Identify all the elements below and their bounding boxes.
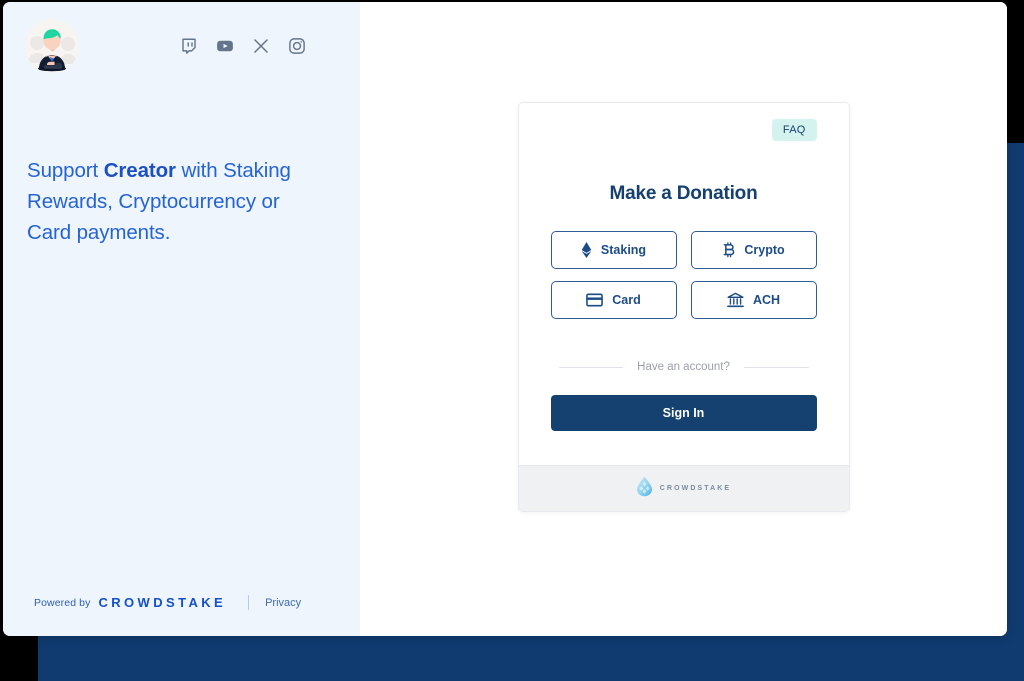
have-account-divider: Have an account?: [551, 361, 817, 373]
powered-by-label: Powered by: [34, 596, 91, 609]
divider-line-right: [743, 366, 809, 368]
headline-before: Support: [27, 159, 104, 182]
crowdstake-droplet-icon: [636, 476, 653, 502]
headline-creator: Creator: [103, 159, 176, 182]
have-account-label: Have an account?: [637, 361, 730, 373]
sign-in-button[interactable]: Sign In: [550, 395, 817, 431]
right-panel: FAQ Make a Donation Staking Crypto Card …: [360, 2, 1007, 636]
staking-method-button[interactable]: Staking: [550, 231, 677, 269]
faq-row: FAQ: [551, 119, 817, 141]
screen-root: Support Creator with Staking Rewards, Cr…: [0, 0, 1024, 681]
staking-method-label: Staking: [600, 243, 647, 257]
youtube-icon[interactable]: [216, 37, 234, 55]
left-panel-header: [3, 2, 360, 73]
creator-avatar: [25, 19, 79, 73]
bitcoin-icon: [722, 242, 735, 258]
donation-card-body: FAQ Make a Donation Staking Crypto Card …: [519, 103, 849, 465]
card-method-button[interactable]: Card: [550, 281, 677, 319]
x-icon[interactable]: [252, 37, 270, 55]
footer-divider: [248, 595, 250, 610]
ach-method-button[interactable]: ACH: [690, 281, 817, 319]
donation-card-footer: CROWDSTAKE: [518, 465, 849, 511]
credit-card-icon: [586, 293, 604, 307]
crowdstake-footer-wordmark: CROWDSTAKE: [659, 485, 732, 492]
ach-method-label: ACH: [752, 293, 781, 307]
privacy-link[interactable]: Privacy: [265, 597, 301, 609]
faq-button[interactable]: FAQ: [771, 119, 817, 141]
payment-method-grid: Staking Crypto Card ACH: [550, 231, 817, 319]
page-headline: Support Creator with Staking Rewards, Cr…: [27, 156, 320, 248]
divider-line-left: [558, 366, 624, 368]
crypto-method-label: Crypto: [744, 243, 785, 257]
crypto-method-button[interactable]: Crypto: [690, 231, 817, 269]
bank-icon: [727, 292, 744, 308]
card-method-label: Card: [612, 293, 641, 307]
instagram-icon[interactable]: [288, 37, 306, 55]
ethereum-icon: [581, 242, 592, 258]
twitch-icon[interactable]: [180, 37, 198, 55]
left-panel-footer: Powered by CROWDSTAKE Privacy: [34, 595, 301, 610]
social-links: [180, 37, 328, 55]
app-window: Support Creator with Staking Rewards, Cr…: [3, 2, 1007, 636]
donation-card: FAQ Make a Donation Staking Crypto Card …: [517, 102, 850, 512]
left-panel: Support Creator with Staking Rewards, Cr…: [3, 2, 360, 636]
crowdstake-wordmark: CROWDSTAKE: [98, 595, 227, 610]
donation-card-title: Make a Donation: [609, 183, 758, 204]
